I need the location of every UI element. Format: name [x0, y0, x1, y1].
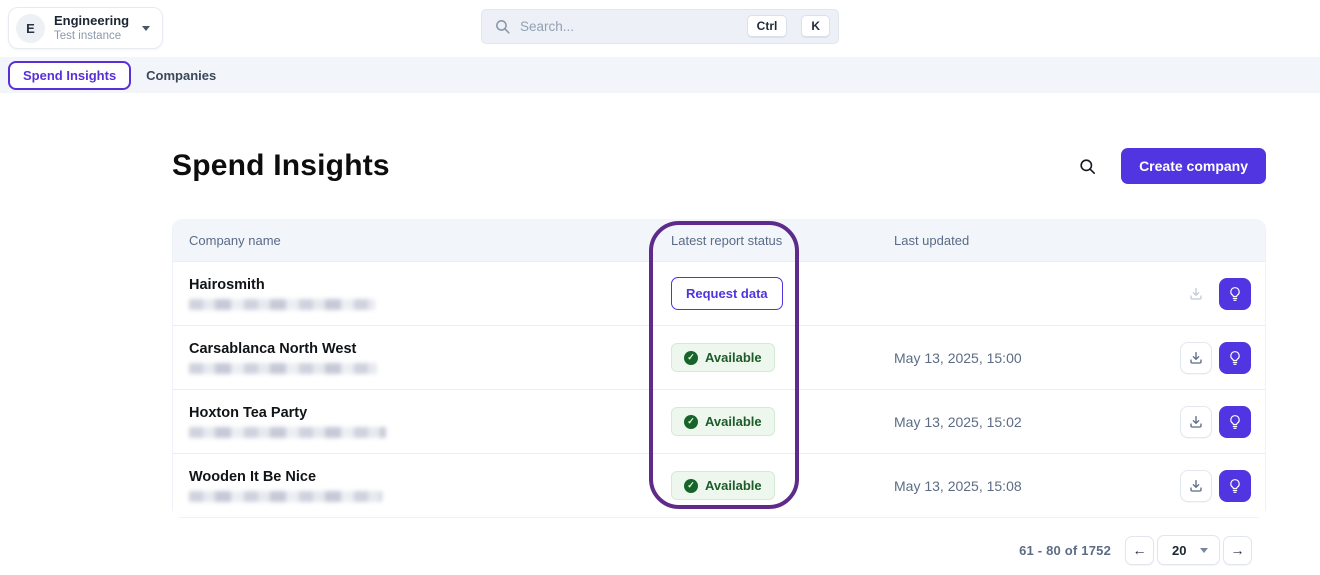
page-title: Spend Insights — [172, 149, 390, 182]
pagination-controls: ← 20 → — [1125, 535, 1252, 565]
redacted-subtitle — [189, 427, 386, 438]
main-content: Spend Insights Create company Company na… — [172, 148, 1266, 565]
tab-companies[interactable]: Companies — [146, 68, 216, 83]
tab-spend-insights[interactable]: Spend Insights — [8, 60, 132, 90]
lightbulb-icon — [1230, 350, 1240, 365]
status-cell: ✓ Available — [671, 471, 894, 500]
redacted-subtitle — [189, 491, 382, 502]
redacted-subtitle — [189, 299, 375, 310]
org-name: Engineering — [54, 12, 130, 28]
company-cell: Hoxton Tea Party — [189, 405, 671, 438]
prev-page-button[interactable]: ← — [1125, 535, 1154, 565]
status-cell: ✓ Available — [671, 407, 894, 436]
company-cell: Wooden It Be Nice — [189, 469, 671, 502]
kbd-ctrl: Ctrl — [746, 15, 788, 38]
status-badge: ✓ Available — [671, 407, 775, 436]
chevron-down-icon — [142, 25, 151, 31]
last-updated: May 13, 2025, 15:00 — [894, 349, 1022, 366]
insights-button[interactable] — [1219, 341, 1251, 374]
companies-table: Company name Latest report status Last u… — [172, 219, 1266, 518]
pagination: 61 - 80 of 1752 ← 20 → — [172, 535, 1266, 565]
company-name: Wooden It Be Nice — [189, 469, 317, 485]
company-cell: Carsablanca North West — [189, 341, 671, 374]
insights-button[interactable] — [1219, 277, 1251, 310]
check-icon: ✓ — [684, 478, 698, 493]
download-button[interactable] — [1180, 277, 1212, 310]
pagination-range: 61 - 80 of 1752 — [1019, 542, 1111, 558]
search-icon — [1080, 158, 1096, 174]
table-search-button[interactable] — [1078, 157, 1097, 176]
lightbulb-icon — [1230, 478, 1240, 493]
status-cell: ✓ Available — [671, 343, 894, 372]
insights-button[interactable] — [1219, 405, 1251, 438]
company-cell: Hairosmith — [189, 277, 671, 310]
table-row[interactable]: Hoxton Tea Party ✓ Available May 13, 202… — [173, 389, 1265, 453]
page-size-select[interactable]: 20 — [1157, 535, 1220, 565]
create-company-button[interactable]: Create company — [1121, 148, 1266, 184]
last-updated: May 13, 2025, 15:08 — [894, 477, 1022, 494]
top-bar: E Engineering Test instance Ctrl K — [0, 0, 1320, 57]
download-button[interactable] — [1180, 469, 1212, 502]
download-button[interactable] — [1180, 341, 1212, 374]
row-actions — [1180, 405, 1251, 438]
page-size-value: 20 — [1172, 542, 1187, 558]
col-latest-report-status: Latest report status — [671, 232, 783, 248]
search-icon — [496, 20, 510, 34]
table-row[interactable]: Carsablanca North West ✓ Available May 1… — [173, 325, 1265, 389]
row-actions — [1180, 469, 1251, 502]
download-icon — [1190, 415, 1202, 428]
org-avatar: E — [16, 13, 45, 43]
org-labels: Engineering Test instance — [54, 13, 129, 44]
global-search[interactable]: Ctrl K — [481, 9, 839, 44]
status-cell: Request data — [671, 277, 894, 310]
status-badge: ✓ Available — [671, 471, 775, 500]
header-actions: Create company — [1078, 148, 1266, 184]
table-row[interactable]: Hairosmith Request data — [173, 261, 1265, 325]
row-actions — [1180, 341, 1251, 374]
status-badge: ✓ Available — [671, 343, 775, 372]
table-row[interactable]: Wooden It Be Nice ✓ Available May 13, 20… — [173, 453, 1265, 517]
col-last-updated: Last updated — [894, 232, 970, 248]
row-actions — [1180, 277, 1251, 310]
company-name: Carsablanca North West — [189, 341, 357, 357]
download-icon — [1190, 479, 1202, 492]
last-updated: May 13, 2025, 15:02 — [894, 413, 1022, 430]
check-icon: ✓ — [684, 350, 698, 365]
kbd-k: K — [801, 15, 830, 38]
chevron-down-icon — [1200, 547, 1209, 553]
download-icon — [1190, 351, 1202, 364]
col-company-name: Company name — [189, 232, 281, 248]
company-name: Hairosmith — [189, 277, 265, 293]
check-icon: ✓ — [684, 414, 698, 429]
request-data-button[interactable]: Request data — [671, 277, 783, 310]
status-label: Available — [705, 350, 762, 365]
lightbulb-icon — [1230, 414, 1240, 429]
status-label: Available — [705, 414, 762, 429]
redacted-subtitle — [189, 363, 377, 374]
table-header: Company name Latest report status Last u… — [173, 219, 1265, 261]
download-icon — [1190, 287, 1202, 300]
lightbulb-icon — [1230, 286, 1240, 301]
page-header: Spend Insights Create company — [172, 148, 1266, 184]
org-subtitle: Test instance — [54, 29, 122, 42]
status-label: Available — [705, 478, 762, 493]
company-name: Hoxton Tea Party — [189, 405, 308, 421]
primary-nav: Spend Insights Companies — [0, 57, 1320, 93]
next-page-button[interactable]: → — [1223, 535, 1252, 565]
insights-button[interactable] — [1219, 469, 1251, 502]
search-input[interactable] — [520, 19, 738, 34]
org-switcher[interactable]: E Engineering Test instance — [8, 7, 164, 49]
download-button[interactable] — [1180, 405, 1212, 438]
